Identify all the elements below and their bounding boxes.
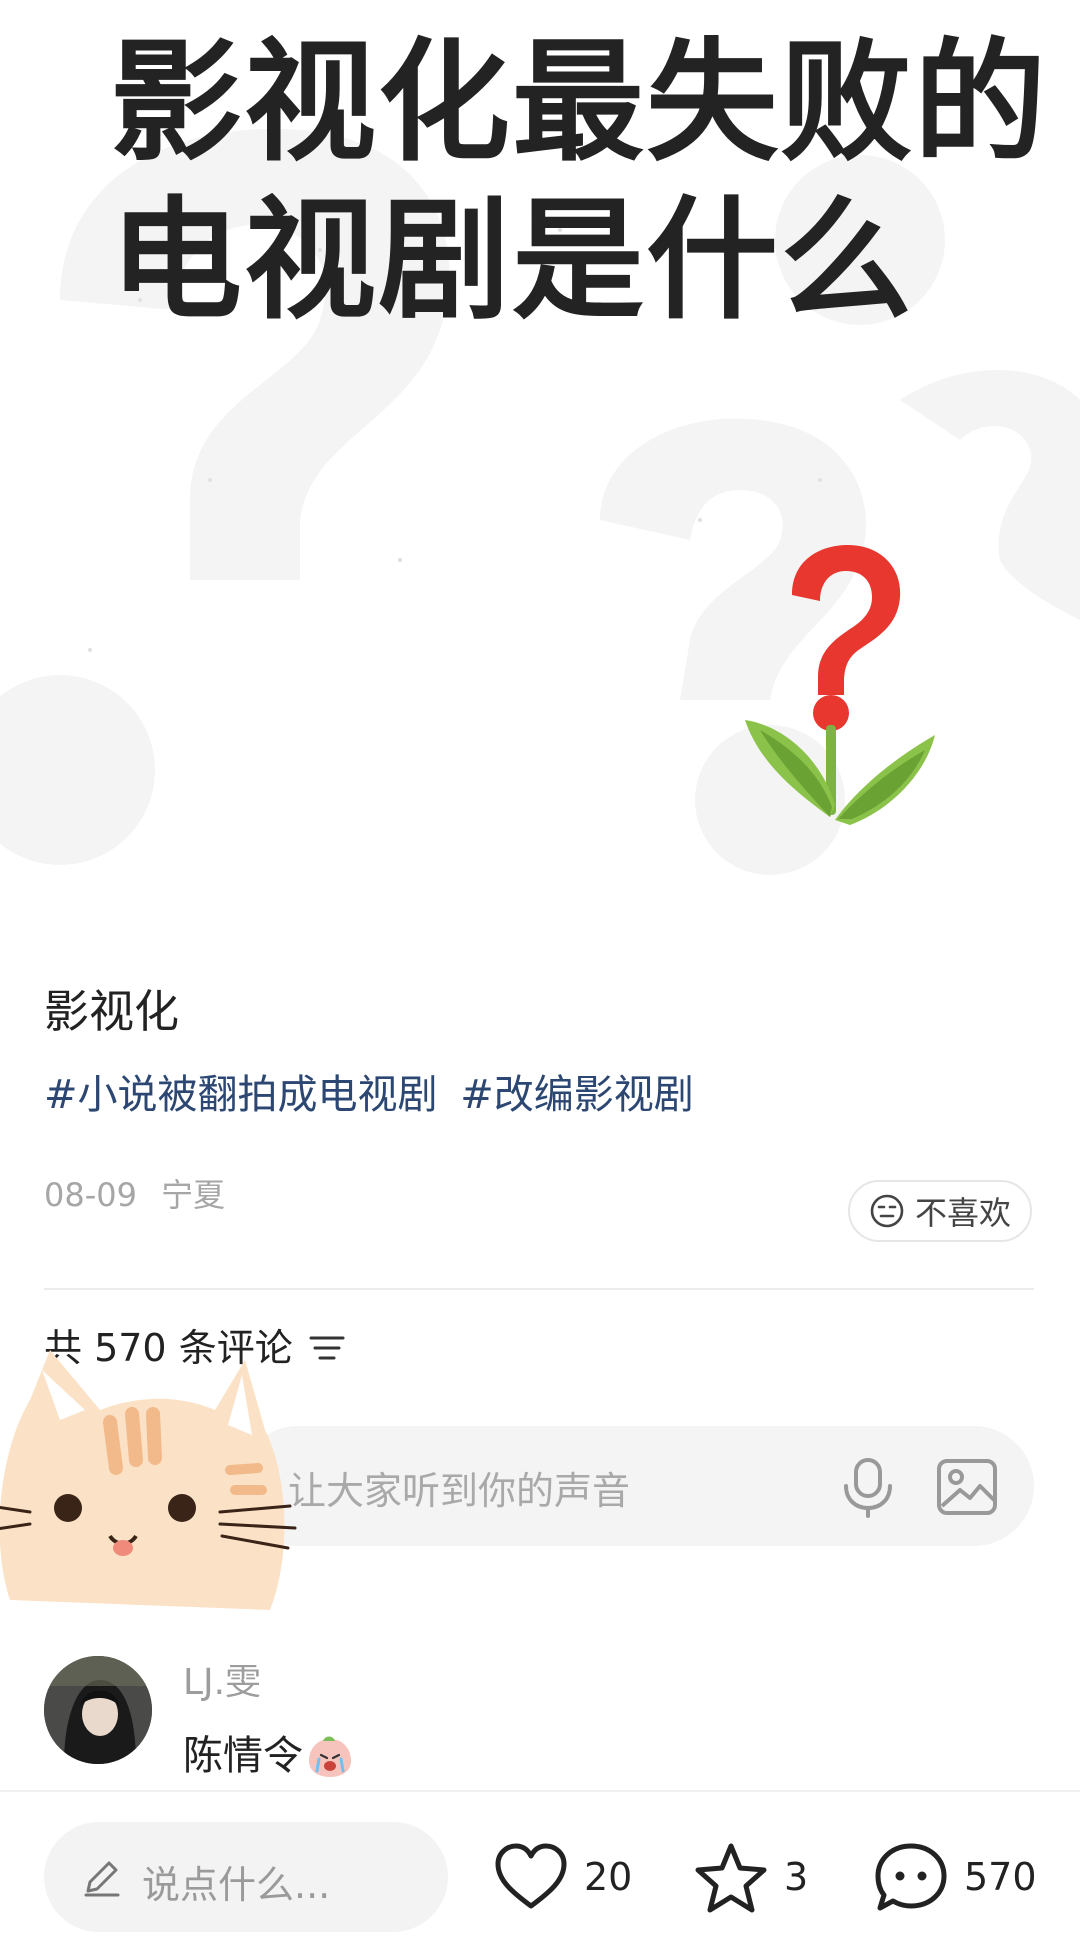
like-button[interactable]: 20	[492, 1840, 632, 1914]
comment-username[interactable]: LJ.雯	[183, 1658, 261, 1708]
comment-text-content: 陈情令	[183, 1733, 303, 1779]
post-meta: 08-09 宁夏	[44, 1172, 239, 1218]
cover-title-highlight: 失败	[636, 26, 924, 180]
cover-title-part: 的	[914, 26, 1048, 180]
cover-title: 影视化最失败的 电视剧是什么	[110, 24, 1048, 340]
cat-sticker	[0, 1350, 297, 1610]
post-date: 08-09	[44, 1176, 137, 1214]
like-count: 20	[584, 1855, 633, 1899]
avatar[interactable]	[44, 1656, 152, 1764]
crying-peach-emoji-icon	[309, 1736, 351, 1777]
neutral-face-icon	[870, 1194, 904, 1228]
divider	[44, 1288, 1034, 1290]
post-cover-image[interactable]: 影视化最失败的 电视剧是什么	[0, 0, 1080, 935]
comment-input[interactable]: 让大家听到你的声音	[238, 1426, 1034, 1546]
pencil-icon	[84, 1861, 120, 1897]
star-icon	[695, 1843, 767, 1913]
favorite-count: 3	[784, 1855, 809, 1899]
post-location: 宁夏	[161, 1176, 226, 1214]
comment-input-placeholder: 让大家听到你的声音	[288, 1469, 631, 1513]
post-tags: #小说被翻拍成电视剧 #改编影视剧	[44, 1066, 704, 1124]
chat-bubble-icon	[875, 1843, 947, 1911]
comment-button[interactable]: 570	[872, 1840, 1037, 1914]
say-something-input[interactable]: 说点什么...	[44, 1822, 448, 1932]
avatar-image	[44, 1656, 152, 1764]
bottom-action-bar: 说点什么... 20 3 570	[0, 1790, 1080, 1955]
heart-icon	[495, 1843, 567, 1909]
image-icon[interactable]	[936, 1458, 998, 1516]
microphone-icon[interactable]	[838, 1456, 898, 1518]
favorite-button[interactable]: 3	[692, 1840, 808, 1914]
comment-text: 陈情令	[183, 1726, 353, 1786]
dislike-label: 不喜欢	[914, 1194, 1011, 1232]
say-something-placeholder: 说点什么...	[142, 1863, 331, 1907]
hashtag-link[interactable]: #改编影视剧	[460, 1072, 694, 1118]
post-title: 影视化	[44, 985, 180, 1038]
cover-title-part: 影视化最	[110, 26, 646, 180]
dislike-button[interactable]: 不喜欢	[848, 1180, 1032, 1242]
hashtag-link[interactable]: #小说被翻拍成电视剧	[44, 1072, 438, 1118]
cover-title-line2: 电视剧是什么	[110, 184, 914, 338]
question-sprout-icon	[745, 545, 935, 825]
comment-count: 570	[964, 1855, 1037, 1899]
